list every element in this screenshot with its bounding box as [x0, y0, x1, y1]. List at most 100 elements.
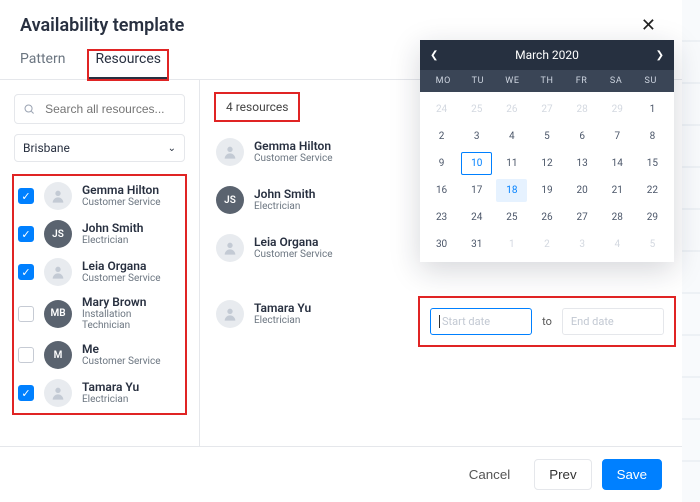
calendar-day[interactable]: 26 — [496, 98, 527, 121]
calendar-prev-icon[interactable]: ❮ — [430, 50, 438, 61]
calendar-day[interactable]: 27 — [531, 98, 562, 121]
calendar-dow: MO — [426, 76, 461, 86]
calendar-day[interactable]: 2 — [426, 125, 457, 148]
location-select[interactable]: Brisbane ⌄ — [14, 134, 185, 162]
calendar-day[interactable]: 26 — [531, 206, 562, 229]
tab-pattern[interactable]: Pattern — [20, 51, 65, 79]
chevron-down-icon: ⌄ — [168, 143, 176, 154]
calendar-day[interactable]: 19 — [531, 179, 562, 202]
search-input[interactable] — [43, 101, 176, 117]
avatar: MB — [44, 300, 72, 328]
calendar-day[interactable]: 3 — [567, 233, 598, 256]
date-range-inputs: Start date to End date — [420, 298, 674, 345]
cancel-button[interactable]: Cancel — [455, 459, 525, 490]
calendar-day[interactable]: 27 — [567, 206, 598, 229]
calendar-dow: TH — [530, 76, 565, 86]
calendar-day[interactable]: 24 — [461, 206, 492, 229]
calendar-day[interactable]: 14 — [602, 152, 633, 175]
selected-role: Electrician — [254, 315, 311, 326]
resource-checkbox[interactable]: ✓ — [18, 188, 34, 204]
calendar-day[interactable]: 2 — [531, 233, 562, 256]
close-icon[interactable]: ✕ — [635, 14, 662, 37]
calendar-day[interactable]: 25 — [496, 206, 527, 229]
selected-role: Customer Service — [254, 249, 333, 260]
calendar-day[interactable]: 5 — [531, 125, 562, 148]
resource-role: Customer Service — [82, 356, 161, 367]
resource-role: Customer Service — [82, 197, 161, 208]
calendar-day[interactable]: 5 — [637, 233, 668, 256]
calendar-day[interactable]: 11 — [496, 152, 527, 175]
location-selected: Brisbane — [23, 141, 70, 155]
calendar-dow: SA — [599, 76, 634, 86]
calendar-day[interactable]: 28 — [602, 206, 633, 229]
calendar-day[interactable]: 29 — [637, 206, 668, 229]
resource-item: ✓ Tamara YuElectrician — [18, 379, 181, 407]
calendar-day[interactable]: 22 — [637, 179, 668, 202]
calendar-day[interactable]: 4 — [602, 233, 633, 256]
calendar-day[interactable]: 23 — [426, 206, 457, 229]
calendar-dow: SU — [633, 76, 668, 86]
resource-name: John Smith — [82, 222, 143, 235]
calendar-day[interactable]: 17 — [461, 179, 492, 202]
search-input-wrapper[interactable] — [14, 94, 185, 124]
calendar-day[interactable]: 12 — [531, 152, 562, 175]
calendar-day[interactable]: 3 — [461, 125, 492, 148]
resource-role: Electrician — [82, 394, 139, 405]
modal-footer: Cancel Prev Save — [0, 446, 682, 502]
calendar-day[interactable]: 16 — [426, 179, 457, 202]
calendar-day[interactable]: 7 — [602, 125, 633, 148]
calendar-day[interactable]: 20 — [567, 179, 598, 202]
calendar-day[interactable]: 24 — [426, 98, 457, 121]
resource-checkbox[interactable]: ✓ — [18, 226, 34, 242]
resource-name: Tamara Yu — [82, 381, 139, 394]
resource-checkbox[interactable] — [18, 306, 34, 322]
calendar-day[interactable]: 10 — [461, 152, 492, 175]
calendar-day[interactable]: 4 — [496, 125, 527, 148]
resource-item: M MeCustomer Service — [18, 341, 181, 369]
avatar — [44, 258, 72, 286]
resources-panel: Brisbane ⌄ ✓ Gemma HiltonCustomer Service… — [0, 80, 200, 446]
search-icon — [23, 102, 35, 116]
calendar-day[interactable]: 8 — [637, 125, 668, 148]
selected-text: Tamara YuElectrician — [254, 302, 311, 326]
calendar-day[interactable]: 1 — [496, 233, 527, 256]
calendar-next-icon[interactable]: ❯ — [656, 50, 664, 61]
save-button[interactable]: Save — [602, 459, 662, 490]
calendar-day[interactable]: 6 — [567, 125, 598, 148]
calendar-day[interactable]: 30 — [426, 233, 457, 256]
calendar-title: March 2020 — [515, 48, 579, 62]
calendar-day[interactable]: 28 — [567, 98, 598, 121]
calendar-day[interactable]: 25 — [461, 98, 492, 121]
availability-template-modal: Availability template ✕ Pattern Resource… — [0, 0, 682, 502]
calendar-day[interactable]: 21 — [602, 179, 633, 202]
avatar: JS — [44, 220, 72, 248]
resource-checkbox[interactable]: ✓ — [18, 385, 34, 401]
calendar-day[interactable]: 31 — [461, 233, 492, 256]
resource-name: Me — [82, 343, 161, 356]
selected-name: Gemma Hilton — [254, 140, 333, 153]
calendar-day[interactable]: 13 — [567, 152, 598, 175]
start-date-input[interactable]: Start date — [430, 308, 532, 335]
prev-button[interactable]: Prev — [534, 459, 591, 490]
avatar: M — [44, 341, 72, 369]
tab-resources[interactable]: Resources — [89, 51, 167, 79]
selected-text: Gemma HiltonCustomer Service — [254, 140, 333, 164]
resource-checkbox[interactable]: ✓ — [18, 264, 34, 280]
selected-name: John Smith — [254, 188, 315, 201]
calendar-day[interactable]: 1 — [637, 98, 668, 121]
resource-text: Gemma HiltonCustomer Service — [82, 184, 161, 208]
resource-checkbox[interactable] — [18, 347, 34, 363]
end-date-input[interactable]: End date — [562, 308, 664, 335]
calendar-day[interactable]: 9 — [426, 152, 457, 175]
calendar-day[interactable]: 18 — [496, 179, 527, 202]
selected-role: Customer Service — [254, 153, 333, 164]
calendar-day[interactable]: 15 — [637, 152, 668, 175]
calendar-weekdays: MOTUWETHFRSASU — [420, 70, 674, 92]
selected-text: John SmithElectrician — [254, 188, 315, 212]
calendar-dow: FR — [564, 76, 599, 86]
modal-header: Availability template ✕ — [0, 0, 682, 37]
calendar-day[interactable]: 29 — [602, 98, 633, 121]
avatar — [44, 182, 72, 210]
calendar: ❮ March 2020 ❯ MOTUWETHFRSASU 2425262728… — [420, 40, 674, 262]
selected-name: Tamara Yu — [254, 302, 311, 315]
